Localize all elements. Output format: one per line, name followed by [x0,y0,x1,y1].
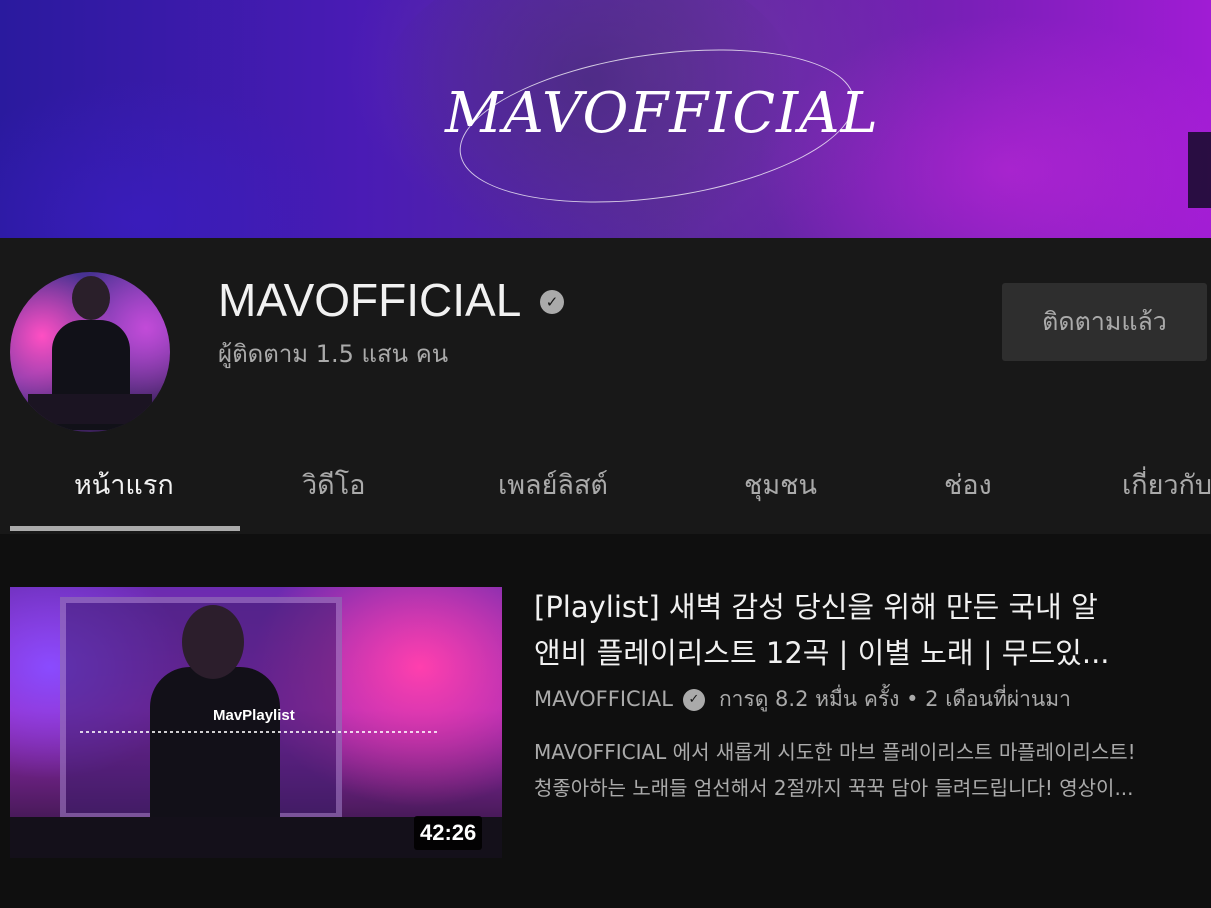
video-description-line: MAVOFFICIAL 에서 새롭게 시도한 마브 플레이리스트 마플레이리스트… [534,740,1136,764]
video-meta: MAVOFFICIAL ✓ การดู 8.2 หมื่น ครั้ง • 2 เด… [534,683,1071,715]
video-title-line: [Playlist] 새벽 감성 당신을 위해 만든 국내 알 [534,590,1098,624]
subscribed-button[interactable]: ติดตามแล้ว [1002,283,1207,361]
thumbnail-waveform [80,731,440,733]
video-title[interactable]: [Playlist] 새벽 감성 당신을 위해 만든 국내 알 앤비 플레이리스… [534,584,1194,676]
tab-community[interactable]: ชุมชน [744,466,817,506]
avatar-dj-deck [28,394,152,424]
video-duration-badge: 42:26 [414,816,483,850]
channel-banner: MAVOFFICIAL [0,0,1211,238]
verified-check-icon: ✓ [682,689,705,711]
video-stats: การดู 8.2 หมื่น ครั้ง • 2 เดือนที่ผ่านมา [718,687,1071,711]
video-channel-name[interactable]: MAVOFFICIAL [534,687,673,711]
thumbnail-logo-text: MavPlaylist [213,707,295,724]
video-title-line: 앤비 플레이리스트 12곡 | 이별 노래 | 무드있... [534,636,1110,670]
channel-name: MAVOFFICIAL [218,274,522,326]
verified-check-icon: ✓ [540,290,564,314]
tab-channels[interactable]: ช่อง [944,466,992,506]
video-description: MAVOFFICIAL 에서 새롭게 시도한 마브 플레이리스트 마플레이리스트… [534,734,1206,806]
tab-about[interactable]: เกี่ยวกับ [1122,466,1211,506]
thumbnail-figure-head [182,605,244,679]
subscriber-count: ผู้ติดตาม 1.5 แสน คน [218,340,449,368]
banner-logo: MAVOFFICIAL [445,81,879,146]
banner-scroll-handle[interactable] [1188,132,1211,208]
tab-videos[interactable]: วิดีโอ [302,466,365,506]
tab-playlists[interactable]: เพลย์ลิสต์ [498,466,608,506]
video-description-line: 청좋아하는 노래들 엄선해서 2절까지 꾹꾹 담아 들려드립니다! 영상이... [534,776,1134,800]
tab-home[interactable]: หน้าแรก [74,466,174,506]
channel-avatar[interactable] [10,272,170,432]
avatar-figure-head [72,276,110,320]
active-tab-indicator [10,526,240,531]
